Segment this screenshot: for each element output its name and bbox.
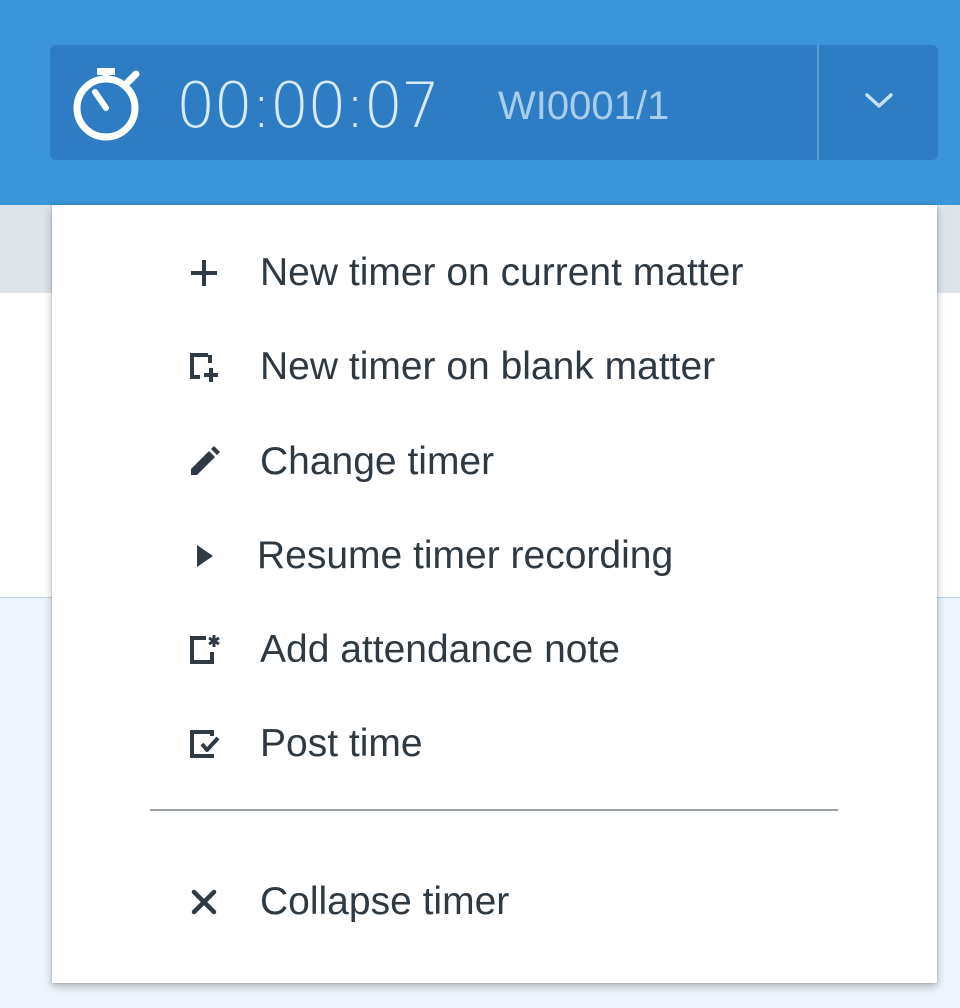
menu-item-resume-timer[interactable]: Resume timer recording [52, 511, 937, 601]
stopwatch-icon [70, 62, 148, 146]
menu-item-new-timer-current-matter[interactable]: New timer on current matter [52, 228, 937, 318]
menu-item-label: Post time [260, 722, 423, 765]
menu-item-label: New timer on blank matter [260, 345, 716, 388]
chevron-down-icon [861, 88, 897, 117]
menu-item-collapse-timer[interactable]: Collapse timer [52, 857, 937, 947]
menu-item-post-time[interactable]: Post time [52, 699, 937, 789]
menu-item-change-timer[interactable]: Change timer [52, 417, 937, 507]
attendance-note-icon [184, 605, 224, 695]
pencil-icon [184, 417, 224, 507]
post-time-icon [184, 699, 224, 789]
menu-item-label: Change timer [260, 440, 495, 483]
menu-item-new-timer-blank-matter[interactable]: New timer on blank matter [52, 322, 937, 412]
timer-matter-reference: WI0001/1 [498, 84, 670, 128]
menu-item-add-attendance-note[interactable]: Add attendance note [52, 605, 937, 695]
menu-item-label: Collapse timer [260, 880, 510, 923]
timer-elapsed-time: 00:00:07 [176, 69, 440, 142]
timer-dropdown-menu: New timer on current matter New timer on… [52, 205, 937, 983]
menu-divider [150, 809, 838, 811]
menu-item-label: New timer on current matter [260, 251, 744, 294]
menu-item-label: Add attendance note [260, 628, 620, 671]
close-icon [184, 857, 224, 947]
menu-item-label: Resume timer recording [257, 534, 674, 577]
plus-icon [184, 228, 224, 318]
timer-menu-toggle-button[interactable] [819, 45, 938, 160]
play-icon [184, 511, 224, 601]
new-blank-matter-icon [184, 322, 224, 412]
